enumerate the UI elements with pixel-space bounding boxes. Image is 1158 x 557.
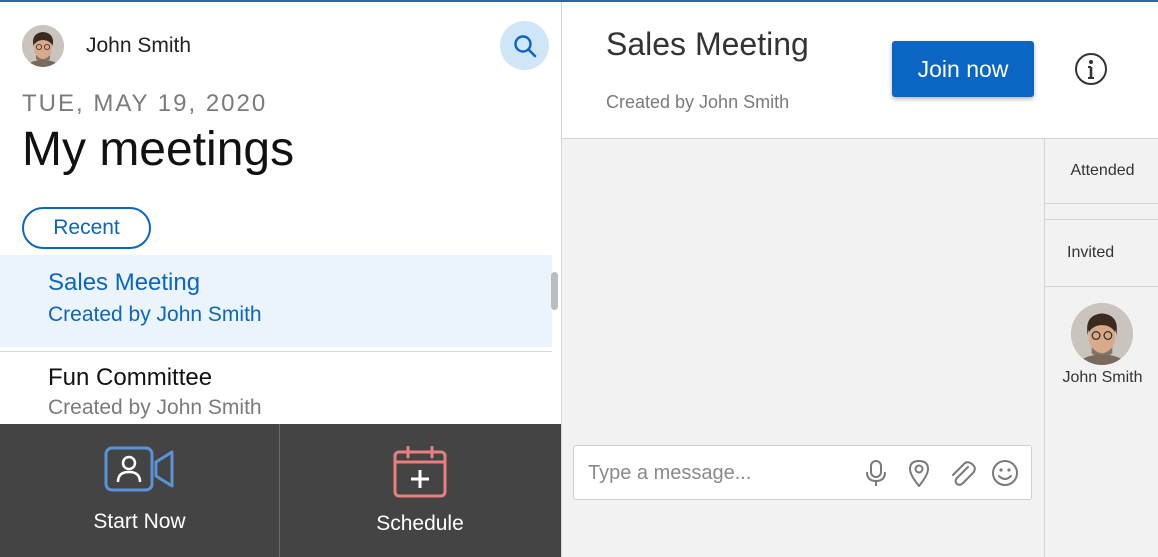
search-button[interactable] bbox=[500, 21, 549, 70]
chat-area bbox=[562, 139, 1044, 557]
paperclip-icon[interactable] bbox=[948, 459, 976, 487]
participants-sidebar: Attended Invited John Smith bbox=[1044, 139, 1158, 557]
join-now-button[interactable]: Join now bbox=[892, 41, 1034, 97]
meeting-list-item-sales[interactable]: Sales Meeting Created by John Smith bbox=[0, 255, 552, 347]
avatar bbox=[22, 25, 64, 67]
start-now-button[interactable]: Start Now bbox=[0, 424, 280, 557]
date-label: TUE, MAY 19, 2020 bbox=[22, 90, 268, 117]
meeting-title: Sales Meeting bbox=[48, 269, 201, 296]
list-scrollbar[interactable] bbox=[551, 272, 558, 310]
start-now-label: Start Now bbox=[93, 510, 186, 533]
recent-filter-button[interactable]: Recent bbox=[22, 207, 151, 249]
meeting-list: Sales Meeting Created by John Smith Fun … bbox=[0, 255, 552, 425]
user-profile[interactable]: John Smith bbox=[22, 24, 191, 68]
meeting-subtitle: Created by John Smith bbox=[48, 396, 262, 419]
message-composer bbox=[573, 445, 1032, 500]
meeting-detail-panel: Sales Meeting Created by John Smith Join… bbox=[561, 2, 1158, 557]
meeting-title: Fun Committee bbox=[48, 364, 213, 391]
attended-tab[interactable]: Attended bbox=[1045, 139, 1158, 204]
bottom-action-bar: Start Now Schedule bbox=[0, 424, 561, 557]
schedule-button[interactable]: Schedule bbox=[280, 424, 560, 557]
meeting-header: Sales Meeting Created by John Smith Join… bbox=[562, 2, 1158, 139]
meeting-detail-title: Sales Meeting bbox=[606, 26, 809, 62]
smiley-icon[interactable] bbox=[991, 459, 1019, 487]
location-pin-icon[interactable] bbox=[905, 459, 933, 487]
participant-name: John Smith bbox=[1062, 369, 1143, 386]
invited-tab[interactable]: Invited bbox=[1045, 220, 1158, 287]
meetings-panel: John Smith TUE, MAY 19, 2020 My meetings… bbox=[0, 2, 561, 557]
search-icon bbox=[513, 34, 536, 57]
calendar-add-icon bbox=[393, 446, 447, 498]
meeting-detail-subtitle: Created by John Smith bbox=[606, 92, 790, 112]
schedule-label: Schedule bbox=[376, 512, 464, 535]
meeting-subtitle: Created by John Smith bbox=[48, 303, 262, 326]
divider bbox=[1045, 204, 1158, 220]
avatar[interactable] bbox=[1071, 303, 1133, 365]
video-camera-icon bbox=[104, 446, 173, 492]
info-icon[interactable] bbox=[1074, 52, 1108, 86]
meeting-list-item-fun-committee[interactable]: Fun Committee Created by John Smith bbox=[0, 351, 552, 425]
message-input[interactable] bbox=[588, 460, 838, 486]
user-name: John Smith bbox=[86, 34, 192, 57]
page-title: My meetings bbox=[22, 123, 295, 176]
microphone-icon[interactable] bbox=[862, 459, 890, 487]
